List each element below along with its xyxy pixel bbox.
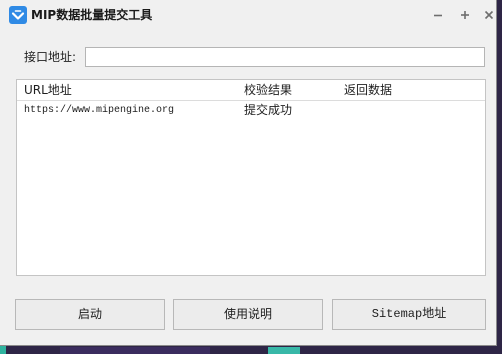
table-row[interactable]: https://www.mipengine.org 提交成功 — [17, 101, 485, 120]
row-url-cell: https://www.mipengine.org — [24, 105, 175, 116]
desktop-background — [268, 347, 300, 354]
maximize-icon[interactable] — [458, 8, 472, 22]
table-body[interactable]: https://www.mipengine.org 提交成功 — [17, 101, 485, 120]
title-bar[interactable]: MIP数据批量提交工具 — [0, 0, 496, 31]
desktop-background — [60, 347, 210, 354]
api-address-input[interactable] — [85, 47, 485, 67]
row-result-cell: 提交成功 — [244, 103, 293, 117]
column-header-url[interactable]: URL地址 — [17, 80, 237, 100]
start-button[interactable]: 启动 — [15, 299, 165, 330]
help-button[interactable]: 使用说明 — [173, 299, 323, 330]
column-header-response[interactable]: 返回数据 — [337, 80, 485, 100]
table-header: URL地址 校验结果 返回数据 — [17, 80, 485, 101]
row-response-cell — [337, 101, 485, 120]
column-header-result[interactable]: 校验结果 — [237, 80, 337, 100]
window-title: MIP数据批量提交工具 — [31, 8, 153, 22]
mip-logo-icon — [9, 6, 27, 24]
minimize-icon[interactable] — [431, 8, 445, 22]
results-table[interactable]: URL地址 校验结果 返回数据 https://www.mipengine.or… — [16, 79, 486, 276]
api-address-label: 接口地址: — [24, 50, 77, 64]
sitemap-button[interactable]: Sitemap地址 — [332, 299, 486, 330]
close-icon[interactable] — [482, 8, 496, 22]
app-window: MIP数据批量提交工具 接口地址: URL地址 校验结果 返回数据 https:… — [0, 0, 497, 346]
